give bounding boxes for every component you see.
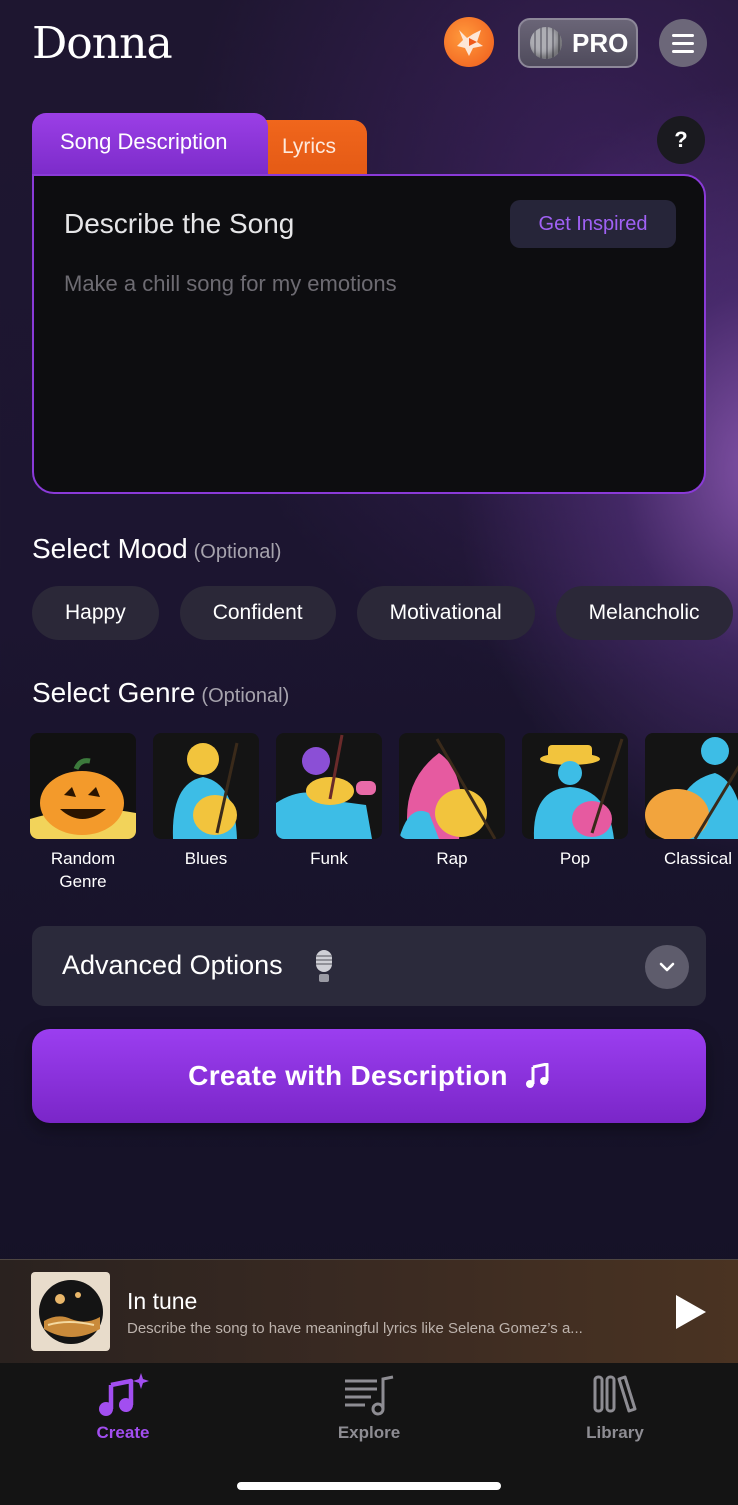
pro-button[interactable]: PRO (518, 18, 638, 68)
mood-chip-motivational[interactable]: Motivational (356, 586, 535, 640)
pro-label: PRO (572, 27, 629, 58)
genre-thumbnail (522, 733, 628, 839)
menu-button[interactable] (659, 19, 707, 67)
nav-create-label: Create (96, 1423, 150, 1442)
nav-create[interactable]: Create (48, 1371, 198, 1443)
playlist-icon (345, 1375, 394, 1416)
track-title: In tune (127, 1288, 198, 1314)
microphone-icon (316, 950, 332, 982)
genre-pop[interactable]: Pop (522, 733, 628, 893)
tab-lyrics[interactable]: Lyrics (262, 120, 367, 177)
get-inspired-button[interactable]: Get Inspired (510, 200, 676, 248)
genre-thumbnail (153, 733, 259, 839)
genre-title: Select Genre (32, 677, 196, 708)
nav-library[interactable]: Library (540, 1371, 690, 1443)
now-playing-bar[interactable]: In tune Describe the song to have meanin… (0, 1259, 738, 1363)
tab-song-description[interactable]: Song Description (32, 113, 268, 177)
album-art (31, 1272, 110, 1351)
advanced-options-label: Advanced Options (62, 950, 283, 980)
description-title: Describe the Song (64, 208, 295, 239)
chevron-down-icon[interactable] (645, 945, 689, 989)
genre-label: Classical (663, 849, 733, 868)
genre-optional-label: (Optional) (201, 685, 290, 707)
genre-label: Funk (310, 849, 348, 868)
library-icon (593, 1375, 637, 1413)
genre-thumbnail (276, 733, 382, 839)
song-description-input[interactable] (64, 271, 664, 297)
genre-rap[interactable]: Rap (399, 733, 505, 893)
create-button-label: Create with Description (188, 1060, 508, 1091)
mood-chip-melancholic[interactable]: Melancholic (555, 586, 733, 640)
mood-title: Select Mood (32, 533, 188, 564)
mood-chip-confident[interactable]: Confident (179, 586, 336, 640)
profile-avatar[interactable] (444, 17, 494, 67)
genre-row: Random Genre Blues Funk Rap Pop Classica… (30, 733, 738, 893)
home-indicator[interactable] (237, 1482, 501, 1490)
nav-explore-label: Explore (337, 1423, 401, 1442)
genre-section-title: Select Genre (Optional) (32, 677, 289, 709)
nav-explore[interactable]: Explore (294, 1371, 444, 1443)
genre-label: Pop (559, 849, 591, 868)
bottom-nav: Create Explore Library (0, 1363, 738, 1505)
create-with-description-button[interactable]: Create with Description (32, 1029, 706, 1123)
hamburger-icon (672, 33, 694, 37)
mood-section-title: Select Mood (Optional) (32, 533, 281, 565)
fox-icon (457, 30, 483, 56)
mood-chip-row: Happy Confident Motivational Melancholic (32, 586, 733, 640)
mood-chip-happy[interactable]: Happy (32, 586, 159, 640)
help-button[interactable]: ? (657, 116, 705, 164)
genre-funk[interactable]: Funk (276, 733, 382, 893)
genre-thumbnail (645, 733, 738, 839)
genre-classical[interactable]: Classical (645, 733, 738, 893)
genre-thumbnail (30, 733, 136, 839)
description-card: Describe the Song Get Inspired (32, 174, 706, 494)
genre-random[interactable]: Random Genre (30, 733, 136, 893)
disco-ball-icon (530, 27, 562, 59)
music-sparkle-icon (99, 1373, 149, 1416)
nav-library-label: Library (586, 1423, 644, 1442)
genre-label: Random Genre (50, 849, 116, 891)
genre-label: Rap (436, 849, 468, 868)
genre-label: Blues (184, 849, 228, 868)
mood-optional-label: (Optional) (193, 541, 282, 563)
advanced-options-toggle[interactable]: Advanced Options (32, 926, 706, 1006)
app-logo: Donna (32, 18, 173, 69)
genre-blues[interactable]: Blues (153, 733, 259, 893)
play-icon[interactable] (672, 1292, 708, 1332)
genre-thumbnail (399, 733, 505, 839)
music-note-icon (525, 1063, 549, 1088)
track-description: Describe the song to have meaningful lyr… (127, 1320, 583, 1337)
